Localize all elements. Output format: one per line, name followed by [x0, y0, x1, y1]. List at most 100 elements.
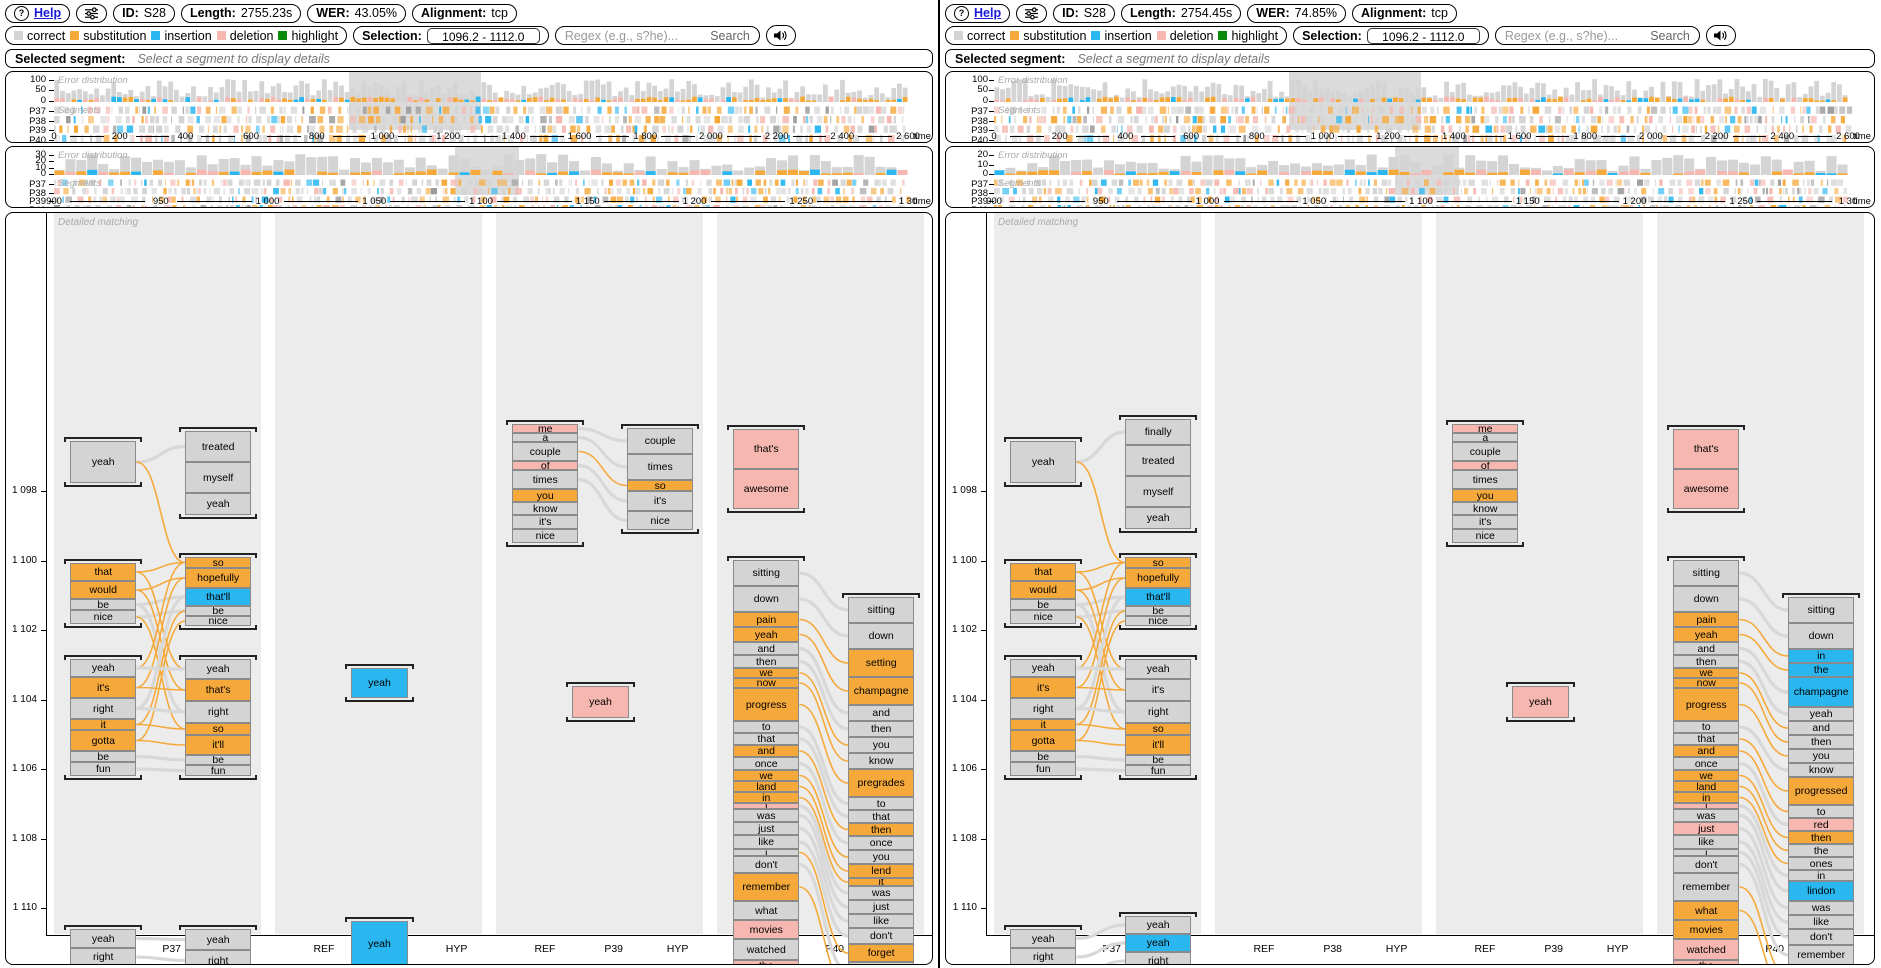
word-box[interactable]: once	[1673, 757, 1740, 770]
word-box[interactable]: yeah	[1788, 707, 1855, 721]
word-box[interactable]: me	[1452, 424, 1519, 433]
word-group[interactable]: yeahrightno	[185, 929, 252, 964]
word-box[interactable]: it'll	[1125, 735, 1192, 755]
word-box[interactable]: down	[1788, 623, 1855, 649]
word-group[interactable]: me a couple of times you know it's nice	[1452, 424, 1519, 543]
word-box[interactable]: fun	[70, 762, 137, 776]
word-box[interactable]: then	[733, 655, 800, 668]
word-box[interactable]: yeah	[1125, 916, 1192, 934]
zoomed-minimap[interactable]: 20100P37P38P39P40Error distributionSegme…	[945, 146, 1875, 208]
word-box[interactable]: of	[1452, 461, 1519, 470]
word-box[interactable]: fun	[185, 765, 252, 776]
word-group[interactable]: couple times so it's nice	[627, 428, 694, 530]
word-box[interactable]: remember	[733, 873, 800, 901]
word-box[interactable]: sitting	[1673, 560, 1740, 586]
word-group[interactable]: yeah that's right so it'll be fun	[185, 659, 252, 776]
word-box[interactable]: that	[848, 810, 915, 823]
word-box[interactable]: yeah	[185, 659, 252, 679]
word-box[interactable]: times	[1452, 470, 1519, 489]
play-audio-button[interactable]	[765, 25, 796, 46]
word-box[interactable]: we	[1673, 668, 1740, 678]
word-box[interactable]: movies	[1673, 920, 1740, 939]
word-box[interactable]: that	[1010, 563, 1077, 581]
word-box[interactable]: once	[848, 836, 915, 850]
help-link[interactable]: Help	[974, 6, 1001, 20]
word-box[interactable]: know	[848, 753, 915, 769]
word-box[interactable]: fun	[1125, 765, 1192, 776]
word-box[interactable]: you	[1788, 749, 1855, 763]
word-box[interactable]: you	[512, 489, 579, 502]
word-box[interactable]: yeah	[1010, 929, 1077, 948]
word-box[interactable]: gotta	[70, 730, 137, 751]
word-box[interactable]: then	[848, 823, 915, 836]
word-group[interactable]: yeah it's right it gotta be fun	[1010, 659, 1077, 776]
word-box[interactable]: it'll	[185, 735, 252, 755]
word-box[interactable]: hopefully	[1125, 568, 1192, 588]
word-box[interactable]: that	[1673, 733, 1740, 745]
word-box[interactable]: remember	[1788, 945, 1855, 964]
word-box[interactable]: so	[185, 723, 252, 735]
word-box[interactable]: ones	[1788, 857, 1855, 870]
word-box[interactable]: me	[512, 424, 579, 433]
word-box[interactable]: that's	[733, 429, 800, 469]
word-box[interactable]: remember	[1673, 873, 1740, 901]
word-box[interactable]: it	[1010, 719, 1077, 730]
search-button[interactable]: Search	[1650, 29, 1690, 43]
help-button[interactable]: ? Help	[945, 3, 1011, 23]
word-box[interactable]: know	[512, 502, 579, 515]
word-box[interactable]: setting	[848, 649, 915, 677]
word-box[interactable]: and	[1673, 745, 1740, 757]
word-box[interactable]: was	[733, 809, 800, 822]
word-box[interactable]: in	[1673, 792, 1740, 803]
word-box[interactable]: pain	[733, 612, 800, 627]
word-box[interactable]: yeah	[1125, 507, 1192, 529]
word-box[interactable]: and	[733, 745, 800, 757]
word-box[interactable]: lindon	[1788, 881, 1855, 901]
word-box[interactable]: fun	[1010, 762, 1077, 776]
word-group[interactable]: that's awesome	[733, 429, 800, 509]
detailed-matching-area[interactable]: REFP37HYPREFP38HYPREFP39HYPREFP40HYP1 09…	[945, 212, 1875, 965]
word-box[interactable]: awesome	[1673, 469, 1740, 509]
word-group[interactable]: sitting down pain yeah and then we now progress t…	[1673, 560, 1740, 964]
word-box[interactable]: treated	[185, 431, 252, 462]
word-box[interactable]: pain	[1673, 612, 1740, 627]
search-input[interactable]: Regex (e.g., s?he)...	[565, 29, 678, 43]
word-box[interactable]: couple	[1452, 442, 1519, 461]
word-group[interactable]: yeahrightthe	[1010, 929, 1077, 964]
word-box[interactable]: don't	[733, 856, 800, 873]
word-box[interactable]: right	[1125, 952, 1192, 964]
word-box[interactable]: yeah	[70, 929, 137, 948]
word-box[interactable]: treated	[1125, 445, 1192, 476]
word-group[interactable]: yeah	[350, 668, 409, 698]
word-box[interactable]: nice	[1010, 610, 1077, 624]
word-box[interactable]: champagne	[848, 677, 915, 705]
word-box[interactable]: yeah	[1125, 659, 1192, 679]
word-box[interactable]: be	[70, 751, 137, 762]
word-box[interactable]: land	[733, 781, 800, 792]
word-box[interactable]: to	[1788, 805, 1855, 818]
word-box[interactable]: be	[1125, 755, 1192, 765]
selection-input[interactable]: 1096.2 - 1112.0	[1366, 27, 1480, 44]
word-box[interactable]: nice	[70, 610, 137, 624]
word-box[interactable]: that's	[1673, 429, 1740, 469]
word-box[interactable]: myself	[185, 462, 252, 493]
word-group[interactable]: so hopefully that'll be nice	[185, 557, 252, 626]
word-box[interactable]: you	[848, 850, 915, 864]
word-box[interactable]: progressed	[1788, 777, 1855, 805]
word-box[interactable]: i	[733, 849, 800, 856]
settings-button[interactable]	[1016, 3, 1048, 23]
word-box[interactable]: we	[733, 770, 800, 781]
settings-button[interactable]	[76, 3, 108, 23]
word-box[interactable]: it's	[1452, 515, 1519, 529]
word-box[interactable]: don't	[848, 928, 915, 944]
word-box[interactable]: nice	[512, 529, 579, 543]
word-group[interactable]: yeah it's right it gotta be fun	[70, 659, 137, 776]
word-box[interactable]: yeah	[571, 686, 630, 718]
word-box[interactable]: finally	[1125, 419, 1192, 445]
word-box[interactable]: was	[1673, 809, 1740, 822]
word-box[interactable]: in	[1788, 870, 1855, 881]
word-group[interactable]: yeahrightthe	[70, 929, 137, 964]
word-box[interactable]: gotta	[1010, 730, 1077, 751]
word-group[interactable]: yeah	[1010, 441, 1077, 483]
word-box[interactable]: that	[70, 563, 137, 581]
